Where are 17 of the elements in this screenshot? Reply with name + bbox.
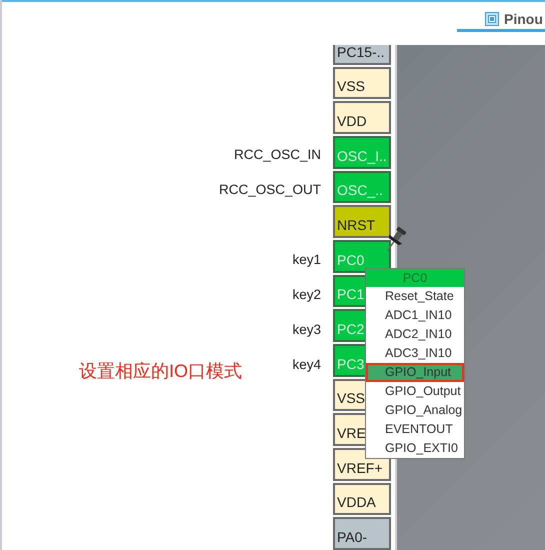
- signal-label: key2: [292, 287, 321, 302]
- pin[interactable]: PA0-: [333, 517, 391, 550]
- pinout-tab[interactable]: Pinou: [457, 10, 545, 32]
- pin[interactable]: NRST: [333, 205, 391, 238]
- signal-label: key1: [292, 252, 321, 267]
- signal-label: key3: [292, 322, 321, 337]
- menu-item[interactable]: GPIO_Input: [366, 363, 464, 382]
- pin[interactable]: PC15-..: [333, 45, 391, 65]
- signal-label: key4: [292, 357, 321, 372]
- chip-icon: [485, 12, 499, 26]
- pin[interactable]: VDD: [333, 101, 391, 134]
- menu-title: PC0: [366, 269, 464, 287]
- signal-label: RCC_OSC_OUT: [218, 182, 321, 197]
- pin[interactable]: VDDA: [333, 482, 391, 516]
- pin[interactable]: VSS: [333, 66, 391, 100]
- signal-label: RCC_OSC_IN: [234, 147, 321, 162]
- annotation-text: 设置相应的IO口模式: [79, 360, 242, 383]
